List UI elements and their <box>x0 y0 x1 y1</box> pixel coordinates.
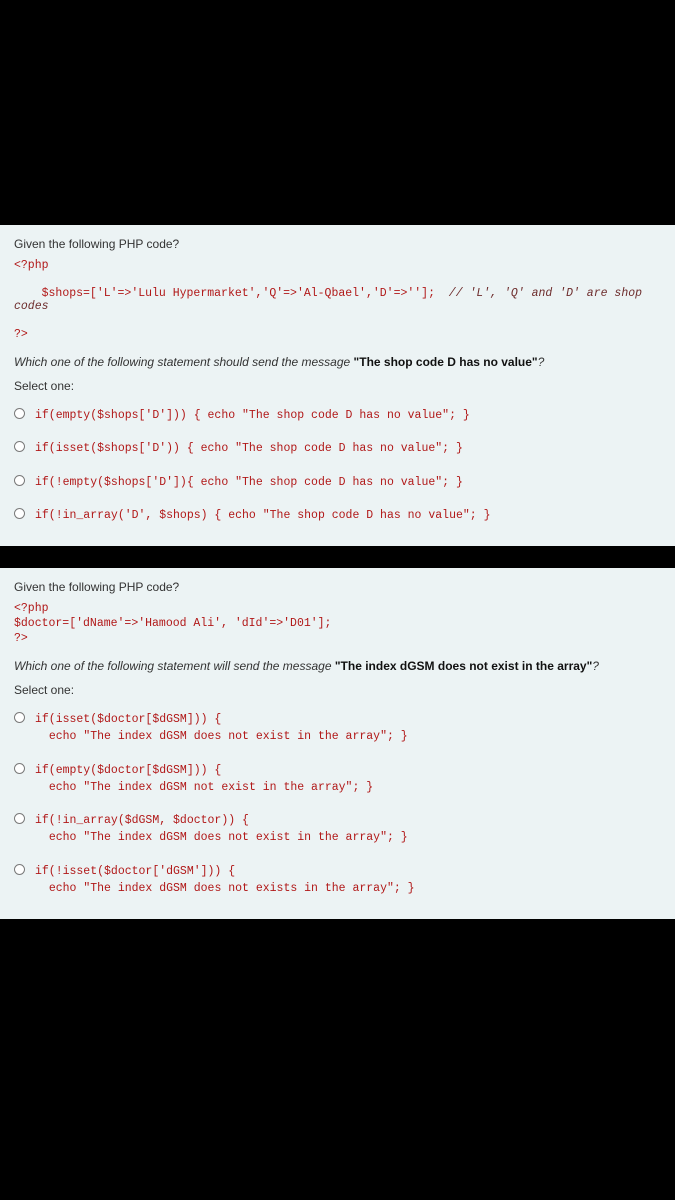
q1-select-label: Select one: <box>14 379 661 393</box>
option-line-1: if(isset($doctor[$dGSM])) { <box>35 711 408 728</box>
q2-select-label: Select one: <box>14 683 661 697</box>
option-text: if(!in_array('D', $shops) { echo "The sh… <box>35 507 490 524</box>
option-line-2: echo "The index dGSM not exist in the ar… <box>35 779 373 796</box>
question-1: Given the following PHP code? <?php $sho… <box>0 225 675 546</box>
q2-option-3[interactable]: if(!in_array($dGSM, $doctor)) { echo "Th… <box>14 804 661 855</box>
q2-option-4[interactable]: if(!isset($doctor['dGSM'])) { echo "The … <box>14 855 661 906</box>
radio-icon[interactable] <box>14 508 25 519</box>
q2-option-2[interactable]: if(empty($doctor[$dGSM])) { echo "The in… <box>14 754 661 805</box>
radio-icon[interactable] <box>14 763 25 774</box>
option-text: if(empty($shops['D'])) { echo "The shop … <box>35 407 470 424</box>
q1-option-1[interactable]: if(empty($shops['D'])) { echo "The shop … <box>14 399 661 432</box>
q1-code-close: ?> <box>14 328 661 341</box>
radio-icon[interactable] <box>14 408 25 419</box>
question-gap <box>0 546 675 568</box>
option-text: if(isset($shops['D')) { echo "The shop c… <box>35 440 463 457</box>
q1-code-body: $shops=['L'=>'Lulu Hypermarket','Q'=>'Al… <box>42 287 435 300</box>
q2-option-1[interactable]: if(isset($doctor[$dGSM])) { echo "The in… <box>14 703 661 754</box>
radio-icon[interactable] <box>14 813 25 824</box>
option-line-2: echo "The index dGSM does not exist in t… <box>35 728 408 745</box>
question-2: Given the following PHP code? <?php $doc… <box>0 568 675 919</box>
q2-prompt-bold: "The index dGSM does not exist in the ar… <box>335 659 592 673</box>
option-text: if(empty($doctor[$dGSM])) { echo "The in… <box>35 762 373 797</box>
q2-prompt-post: ? <box>592 659 599 673</box>
q2-prompt: Which one of the following statement wil… <box>14 659 661 673</box>
option-line-1: if(!isset($doctor['dGSM'])) { <box>35 863 415 880</box>
q1-option-4[interactable]: if(!in_array('D', $shops) { echo "The sh… <box>14 499 661 532</box>
q1-code-main: $shops=['L'=>'Lulu Hypermarket','Q'=>'Al… <box>14 274 661 326</box>
q2-intro: Given the following PHP code? <box>14 580 661 594</box>
q1-code-open: <?php <box>14 259 661 272</box>
q1-intro: Given the following PHP code? <box>14 237 661 251</box>
q2-code-body: $doctor=['dName'=>'Hamood Ali', 'dId'=>'… <box>14 617 661 630</box>
q1-prompt-bold: "The shop code D has no value" <box>354 355 538 369</box>
option-line-2: echo "The index dGSM does not exists in … <box>35 880 415 897</box>
radio-icon[interactable] <box>14 475 25 486</box>
option-line-1: if(!in_array($dGSM, $doctor)) { <box>35 812 408 829</box>
option-text: if(isset($doctor[$dGSM])) { echo "The in… <box>35 711 408 746</box>
radio-icon[interactable] <box>14 441 25 452</box>
q1-option-3[interactable]: if(!empty($shops['D']){ echo "The shop c… <box>14 466 661 499</box>
option-text: if(!in_array($dGSM, $doctor)) { echo "Th… <box>35 812 408 847</box>
q1-prompt-pre: Which one of the following statement sho… <box>14 355 354 369</box>
q1-option-2[interactable]: if(isset($shops['D')) { echo "The shop c… <box>14 432 661 465</box>
option-line-1: if(empty($doctor[$dGSM])) { <box>35 762 373 779</box>
q1-prompt: Which one of the following statement sho… <box>14 355 661 369</box>
radio-icon[interactable] <box>14 712 25 723</box>
q1-prompt-post: ? <box>538 355 545 369</box>
radio-icon[interactable] <box>14 864 25 875</box>
q2-code-open: <?php <box>14 602 661 615</box>
option-text: if(!empty($shops['D']){ echo "The shop c… <box>35 474 463 491</box>
q2-prompt-pre: Which one of the following statement wil… <box>14 659 335 673</box>
option-line-2: echo "The index dGSM does not exist in t… <box>35 829 408 846</box>
black-band-top <box>0 0 675 225</box>
option-text: if(!isset($doctor['dGSM'])) { echo "The … <box>35 863 415 898</box>
q2-code-close: ?> <box>14 632 661 645</box>
